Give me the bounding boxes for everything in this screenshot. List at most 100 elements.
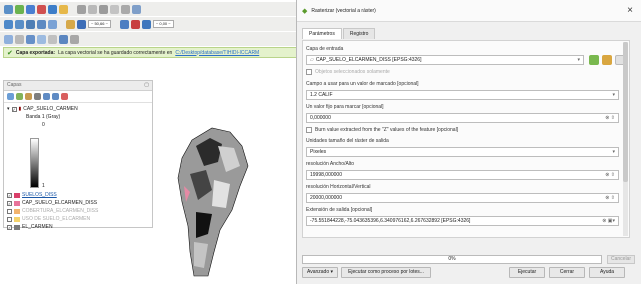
redo-icon[interactable] (121, 4, 130, 14)
units-select[interactable]: Pixeles ▾ (306, 147, 619, 157)
select-icon[interactable] (59, 4, 68, 14)
extent-label: Extensión de salida [opcional] (306, 207, 373, 213)
advanced-button[interactable]: Avanzado ▾ (302, 267, 338, 278)
spin-clear-icon[interactable]: ⊗ ⇳ (605, 195, 615, 201)
fixed-value-input[interactable]: 0,000000 ⊗ ⇳ (306, 113, 619, 123)
expand-icon[interactable] (43, 93, 50, 100)
panel-close-icon[interactable]: ▢ (144, 82, 149, 89)
pan-selection-icon[interactable] (15, 34, 24, 44)
layer-checkbox[interactable] (7, 208, 12, 214)
polygon-layer-icon: ▱ (310, 57, 314, 63)
close-icon[interactable]: × (627, 5, 633, 16)
layer-checkbox[interactable] (7, 216, 12, 222)
help-button[interactable]: Ayuda (589, 267, 625, 278)
fixed-value-label: Un valor fijo para marcar [opcional] (306, 104, 384, 110)
extent-menu-icon[interactable]: ⊗ ▣▾ (602, 218, 615, 224)
check-icon: ✔ (7, 49, 13, 57)
measure-icon[interactable] (70, 34, 79, 44)
gray-ramp-legend (30, 138, 39, 188)
refresh-icon[interactable] (37, 34, 46, 44)
iterate-icon[interactable] (589, 55, 599, 65)
digitize-icon[interactable] (26, 4, 35, 14)
layer3-icon[interactable] (26, 19, 35, 29)
add-group-icon[interactable] (16, 93, 23, 100)
open-icon[interactable] (15, 4, 24, 14)
layer-swatch (14, 224, 20, 230)
layer-checkbox[interactable]: ✓ (11, 106, 17, 112)
pan-icon[interactable] (48, 4, 57, 14)
collapse-icon[interactable] (52, 93, 59, 100)
zoom-layer-icon[interactable] (26, 34, 35, 44)
rotation-combo[interactable]: ~ 0,00 ~ (152, 20, 174, 28)
close-button[interactable]: Cerrar (549, 267, 585, 278)
qgis-icon: ◆ (302, 7, 308, 15)
layer-checkbox[interactable]: ✓ (7, 224, 12, 230)
burn-z-checkbox[interactable]: Burn value extracted from the "Z" values… (306, 127, 458, 133)
zoom-icon[interactable] (37, 4, 46, 14)
map-canvas[interactable] (160, 62, 300, 284)
node-icon[interactable] (99, 4, 108, 14)
run-button[interactable]: Ejecutar (509, 267, 545, 278)
tab-registro[interactable]: Registro (342, 28, 376, 39)
layer-label: CAP_SUELO_CARMEN (23, 106, 78, 112)
layer-row-uso[interactable]: USO DE SUELO_ELCARMEN (7, 215, 90, 223)
burn-field-label: Campo a usar para un valor de marcado [o… (306, 81, 419, 87)
filter-icon[interactable] (34, 93, 41, 100)
wrench-icon[interactable] (602, 55, 612, 65)
edit-icon[interactable] (88, 4, 97, 14)
layer-row-carmen[interactable]: ✓ EL_CARMEN (7, 223, 53, 231)
cancel-button[interactable]: Cancelar (607, 255, 635, 264)
snap-icon[interactable] (132, 4, 141, 14)
layer-checkbox[interactable]: ✓ (7, 192, 12, 198)
table-icon[interactable] (48, 19, 57, 29)
identify-features-icon[interactable] (48, 34, 57, 44)
layers-panel-title-bar: Capas ▢ (4, 81, 152, 91)
folder-icon[interactable] (66, 19, 75, 29)
pane-scrollbar[interactable] (623, 42, 628, 236)
zoom-full-icon[interactable] (141, 19, 151, 29)
spin-clear-icon[interactable]: ⊗ ⇳ (605, 115, 615, 121)
zoom-out-icon[interactable] (130, 19, 140, 29)
selected-only-checkbox[interactable]: Objetos seleccionados solamente (306, 69, 390, 75)
extent-input[interactable]: -75.551844228,-75.043635396,6.340976162,… (306, 216, 619, 226)
remove-layer-icon[interactable] (61, 93, 68, 100)
manage-icon[interactable] (25, 93, 32, 100)
checkbox-box[interactable] (306, 69, 312, 75)
layer-row-cobertura[interactable]: COBERTURA_ELCARMEN_DISS (7, 207, 98, 215)
chevron-down-icon: ▾ (330, 269, 334, 275)
height-input[interactable]: 20000,000000 ⊗ ⇳ (306, 193, 619, 203)
input-layer-select[interactable]: ▱ CAP_SUELO_ELCARMEN_DISS [EPSG:4326] ▾ (306, 55, 584, 65)
pan-map-icon[interactable] (4, 34, 13, 44)
save-icon[interactable] (4, 4, 13, 14)
scale-combo[interactable]: ~ 50,66 ~ (88, 20, 111, 28)
info-icon[interactable] (59, 34, 68, 44)
layer-row-suelos[interactable]: ✓ SUELOS_DISS (7, 191, 57, 199)
parameters-pane: Capa de entrada ▱ CAP_SUELO_ELCARMEN_DIS… (302, 40, 630, 238)
layer-icon[interactable] (4, 19, 13, 29)
pencil-icon[interactable] (77, 4, 86, 14)
checkbox-box[interactable] (306, 127, 312, 133)
message-link[interactable]: C:/Desktop/database/TIHIDI-ICCARM (175, 50, 259, 56)
scroll-thumb[interactable] (623, 42, 628, 182)
undo-icon[interactable] (110, 4, 119, 14)
layers-panel: Capas ▢ ▾ ✓ ▮ CAP_SUELO_CARMEN Banda 1 (… (3, 80, 153, 231)
tab-parametros[interactable]: Parámetros (302, 28, 342, 39)
search-icon[interactable] (77, 19, 86, 29)
width-input[interactable]: 19998,000000 ⊗ ⇳ (306, 170, 619, 180)
layer-swatch (14, 200, 20, 206)
zoom-in-icon[interactable] (119, 19, 129, 29)
message-bold: Capa exportada: (15, 49, 56, 56)
ramp-max-label: 0 (42, 122, 45, 128)
layer4-icon[interactable] (37, 19, 46, 29)
layer-checkbox[interactable]: ✓ (7, 200, 12, 206)
batch-button[interactable]: Ejecutar como proceso por lotes... (341, 267, 431, 278)
burn-field-select[interactable]: 1.2 CALIF ▾ (306, 90, 619, 100)
progress-bar: 0% (302, 255, 602, 264)
message-bar: ✔ Capa exportada: La capa vectorial se h… (3, 47, 298, 58)
style-icon[interactable] (7, 93, 14, 100)
layer-row-cap-diss[interactable]: ✓ CAP_SUELO_ELCARMEN_DISS (7, 199, 97, 207)
spin-clear-icon[interactable]: ⊗ ⇳ (605, 172, 615, 178)
layer2-icon[interactable] (15, 19, 24, 29)
layers-toolbar (4, 91, 152, 103)
layer-row-raster[interactable]: ▾ ✓ ▮ CAP_SUELO_CARMEN (7, 105, 78, 113)
